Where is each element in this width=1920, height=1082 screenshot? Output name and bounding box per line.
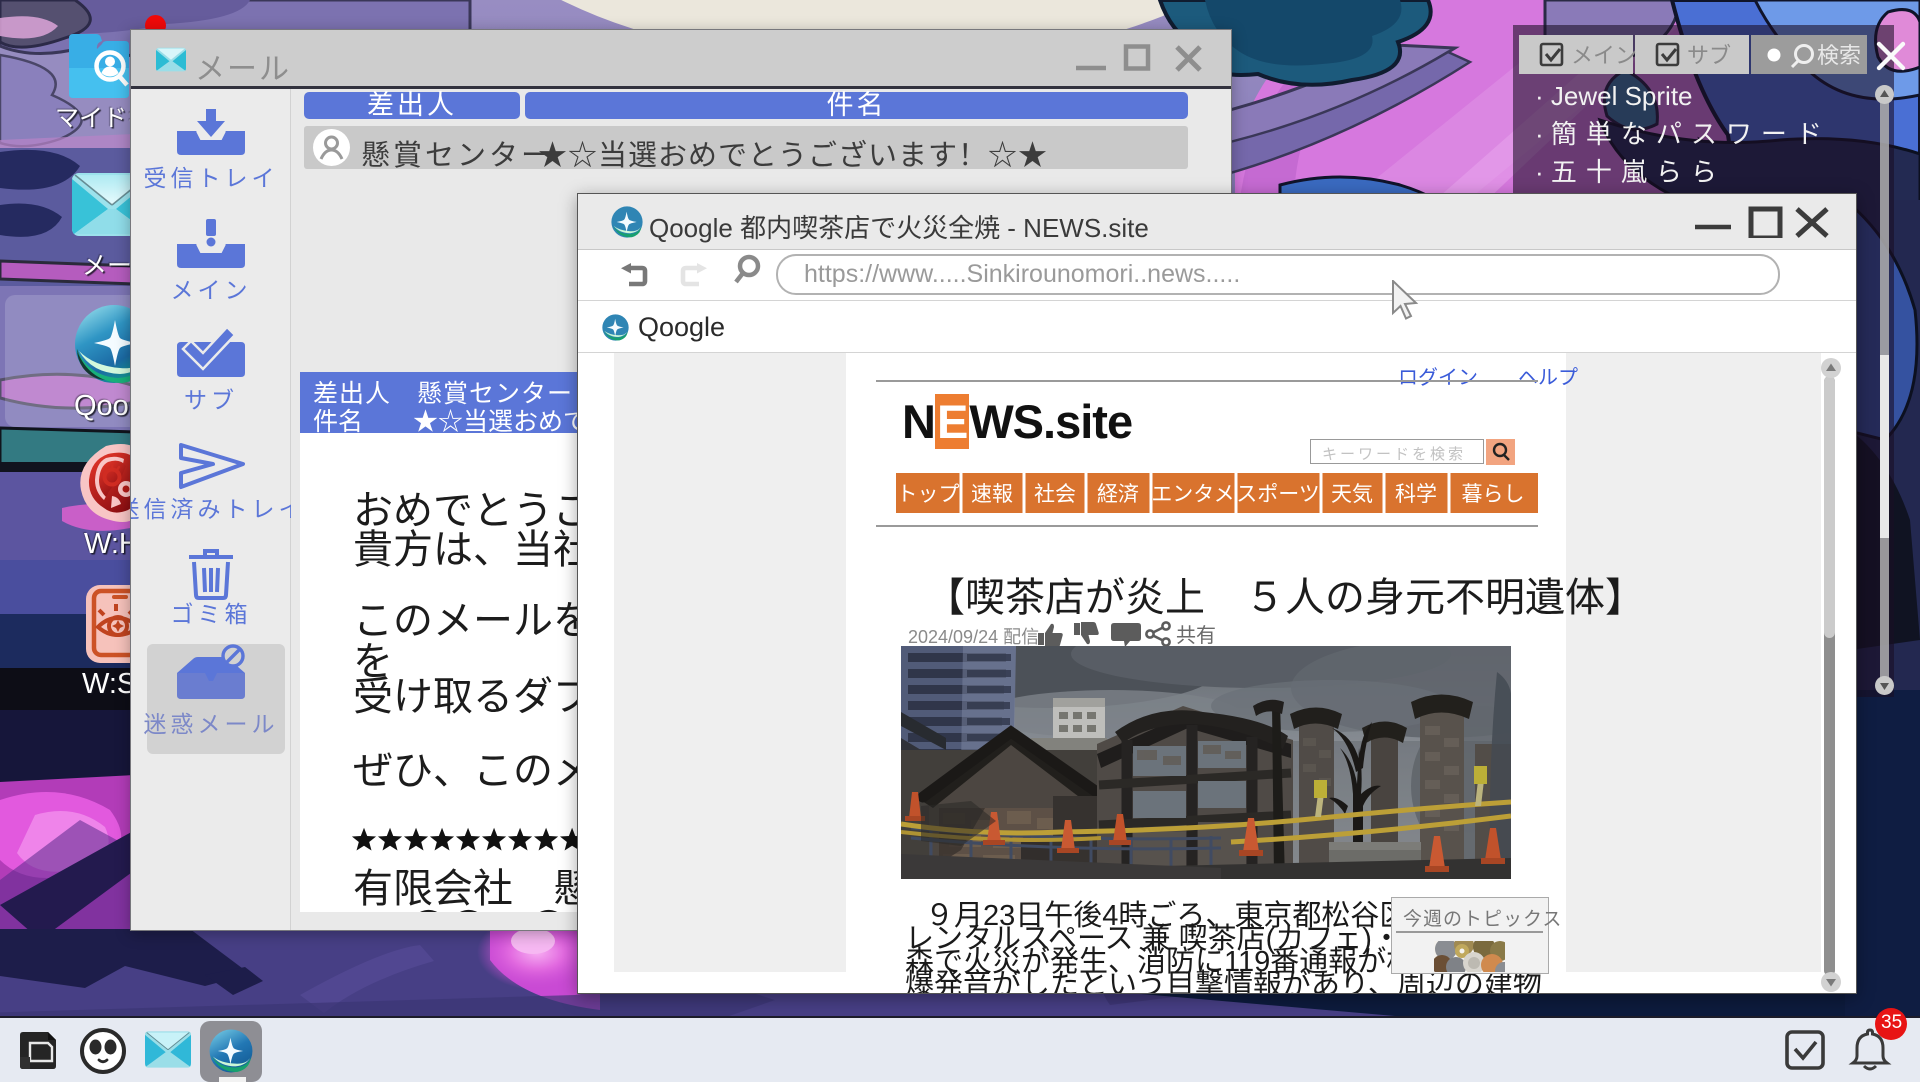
svg-text:サブ: サブ: [1687, 43, 1731, 68]
svg-text:検索: 検索: [1817, 43, 1861, 68]
svg-text:天気: 天気: [1331, 483, 1373, 506]
svg-text:暮らし: 暮らし: [1462, 483, 1525, 506]
svg-text:共有: 共有: [1176, 624, 1216, 647]
svg-text:メイン: メイン: [171, 277, 252, 303]
svg-text:ゴミ箱: ゴミ箱: [171, 601, 252, 627]
svg-text:受信トレイ: 受信トレイ: [144, 165, 279, 191]
svg-text:サブ: サブ: [184, 387, 238, 413]
svg-text:トップ: トップ: [897, 483, 960, 506]
svg-text:エンタメ: エンタメ: [1151, 483, 1234, 506]
svg-text:速報: 速報: [971, 483, 1013, 506]
svg-text:経済: 経済: [1097, 483, 1139, 506]
svg-text:迷惑メール: 迷惑メール: [144, 711, 279, 737]
svg-text:社会: 社会: [1034, 483, 1076, 506]
svg-text:スポーツ: スポーツ: [1236, 483, 1320, 506]
svg-text:科学: 科学: [1395, 483, 1437, 506]
svg-text:メイン: メイン: [1571, 43, 1637, 68]
svg-text:送信済みトレイ: 送信済みトレイ: [131, 496, 291, 522]
